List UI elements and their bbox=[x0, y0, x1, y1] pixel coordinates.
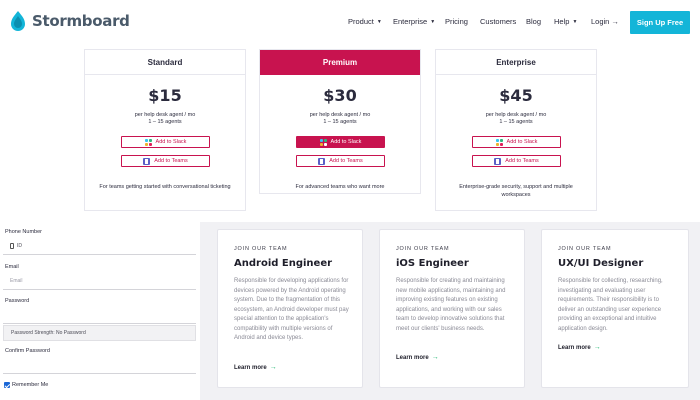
top-navigation: Stormboard Product ▼ Enterprise ▼ Pricin… bbox=[0, 0, 700, 46]
add-to-teams-button[interactable]: Add to Teams bbox=[472, 155, 561, 167]
job-description: Responsible for creating and maintaining… bbox=[396, 278, 506, 332]
teams-button-label: Add to Teams bbox=[329, 158, 363, 164]
nav-enterprise[interactable]: Enterprise ▼ bbox=[393, 17, 435, 26]
job-card-android: JOIN OUR TEAM Android Engineer Responsib… bbox=[217, 229, 363, 388]
learn-more-label: Learn more bbox=[234, 364, 267, 371]
phone-value: ID bbox=[17, 243, 22, 249]
plan-price: $45 bbox=[499, 86, 533, 105]
plan-unit: per help desk agent / mo bbox=[485, 112, 547, 118]
nav-blog[interactable]: Blog bbox=[526, 17, 541, 26]
nav-customers-label: Customers bbox=[480, 17, 517, 26]
slack-button-label: Add to Slack bbox=[506, 139, 538, 145]
plan-card-standard: Standard $15 per help desk agent / mo 1 … bbox=[84, 49, 246, 211]
plan-description: For teams getting started with conversat… bbox=[99, 184, 231, 190]
nav-enterprise-label: Enterprise bbox=[393, 17, 428, 26]
plan-name: Enterprise bbox=[436, 50, 596, 75]
job-eyebrow: JOIN OUR TEAM bbox=[234, 246, 288, 252]
plan-description: For advanced teams who want more bbox=[295, 184, 385, 190]
job-title: Android Engineer bbox=[234, 258, 333, 269]
arrow-right-icon: → bbox=[593, 344, 601, 351]
job-description: Responsible for collecting, researching,… bbox=[558, 278, 663, 332]
nav-customers[interactable]: Customers bbox=[480, 17, 516, 26]
slack-icon bbox=[319, 138, 327, 146]
email-placeholder: Email bbox=[10, 278, 23, 284]
slack-button-label: Add to Slack bbox=[155, 139, 187, 145]
chevron-down-icon: ▼ bbox=[430, 18, 436, 25]
add-to-teams-button[interactable]: Add to Teams bbox=[121, 155, 210, 167]
slack-icon bbox=[144, 138, 152, 146]
phone-label: Phone Number bbox=[5, 229, 42, 235]
password-strength-meter: Password Strength: No Password bbox=[3, 325, 196, 341]
teams-icon bbox=[318, 157, 326, 165]
learn-more-label: Learn more bbox=[396, 354, 429, 361]
plan-name: Standard bbox=[85, 50, 245, 75]
slack-button-label: Add to Slack bbox=[330, 139, 362, 145]
add-to-slack-button[interactable]: Add to Slack bbox=[472, 136, 561, 148]
job-card-ios: JOIN OUR TEAM iOS Engineer Responsible f… bbox=[379, 229, 525, 388]
sign-up-button[interactable]: Sign Up Free bbox=[630, 11, 690, 34]
learn-more-link[interactable]: Learn more → bbox=[558, 344, 601, 351]
nav-help[interactable]: Help ▼ bbox=[554, 17, 577, 26]
confirm-password-label: Confirm Password bbox=[5, 348, 50, 354]
password-strength-text: Password Strength: No Password bbox=[11, 330, 86, 336]
plan-price: $30 bbox=[323, 86, 357, 105]
teams-icon bbox=[494, 157, 502, 165]
plan-agents: 1 – 15 agents bbox=[323, 119, 357, 125]
phone-field[interactable]: ID bbox=[3, 238, 196, 255]
plan-price: $15 bbox=[148, 86, 182, 105]
learn-more-link[interactable]: Learn more → bbox=[396, 354, 439, 361]
logo[interactable]: Stormboard bbox=[8, 10, 130, 32]
add-to-slack-button[interactable]: Add to Slack bbox=[296, 136, 385, 148]
add-to-teams-button[interactable]: Add to Teams bbox=[296, 155, 385, 167]
teams-button-label: Add to Teams bbox=[154, 158, 188, 164]
learn-more-link[interactable]: Learn more → bbox=[234, 364, 277, 371]
chevron-down-icon: ▼ bbox=[376, 18, 382, 25]
remember-me-label: Remember Me bbox=[12, 382, 49, 388]
nav-login[interactable]: Login → bbox=[591, 17, 619, 26]
arrow-right-icon: → bbox=[431, 354, 439, 361]
email-label: Email bbox=[5, 264, 19, 270]
job-eyebrow: JOIN OUR TEAM bbox=[558, 246, 612, 252]
plan-agents: 1 – 15 agents bbox=[499, 119, 533, 125]
logo-text: Stormboard bbox=[32, 12, 130, 30]
teams-button-label: Add to Teams bbox=[505, 158, 539, 164]
plan-subtitle: per help desk agent / mo 1 – 15 agents bbox=[260, 112, 420, 126]
add-to-slack-button[interactable]: Add to Slack bbox=[121, 136, 210, 148]
arrow-right-icon: → bbox=[269, 364, 277, 371]
plan-subtitle: per help desk agent / mo 1 – 15 agents bbox=[436, 112, 596, 126]
password-label: Password bbox=[5, 298, 30, 304]
stormboard-logo-icon bbox=[8, 10, 28, 32]
password-field[interactable] bbox=[3, 307, 196, 324]
job-eyebrow: JOIN OUR TEAM bbox=[396, 246, 450, 252]
job-card-ux-ui: JOIN OUR TEAM UX/UI Designer Responsible… bbox=[541, 229, 689, 388]
job-title: iOS Engineer bbox=[396, 258, 469, 269]
chevron-down-icon: ▼ bbox=[572, 18, 578, 25]
nav-help-label: Help bbox=[554, 17, 570, 26]
nav-blog-label: Blog bbox=[526, 17, 542, 26]
email-field[interactable]: Email bbox=[3, 273, 196, 290]
plan-agents: 1 – 15 agents bbox=[148, 119, 182, 125]
nav-product[interactable]: Product ▼ bbox=[348, 17, 382, 26]
nav-pricing-label: Pricing bbox=[445, 17, 468, 26]
remember-me-checkbox[interactable] bbox=[4, 382, 10, 388]
teams-icon bbox=[143, 157, 151, 165]
learn-more-label: Learn more bbox=[558, 344, 591, 351]
plan-unit: per help desk agent / mo bbox=[134, 112, 196, 118]
nav-pricing[interactable]: Pricing bbox=[445, 17, 468, 26]
plan-card-enterprise: Enterprise $45 per help desk agent / mo … bbox=[435, 49, 597, 211]
plan-unit: per help desk agent / mo bbox=[309, 112, 371, 118]
plan-subtitle: per help desk agent / mo 1 – 15 agents bbox=[85, 112, 245, 126]
nav-product-label: Product bbox=[348, 17, 374, 26]
phone-icon bbox=[10, 243, 14, 249]
plan-card-premium: Premium $30 per help desk agent / mo 1 –… bbox=[259, 49, 421, 194]
slack-icon bbox=[495, 138, 503, 146]
confirm-password-field[interactable] bbox=[3, 357, 196, 374]
plan-name: Premium bbox=[260, 50, 420, 75]
job-description: Responsible for developing applications … bbox=[234, 278, 349, 341]
job-title: UX/UI Designer bbox=[558, 258, 644, 269]
plan-description: Enterprise-grade security, support and m… bbox=[459, 184, 573, 198]
nav-login-label: Login → bbox=[591, 17, 619, 26]
